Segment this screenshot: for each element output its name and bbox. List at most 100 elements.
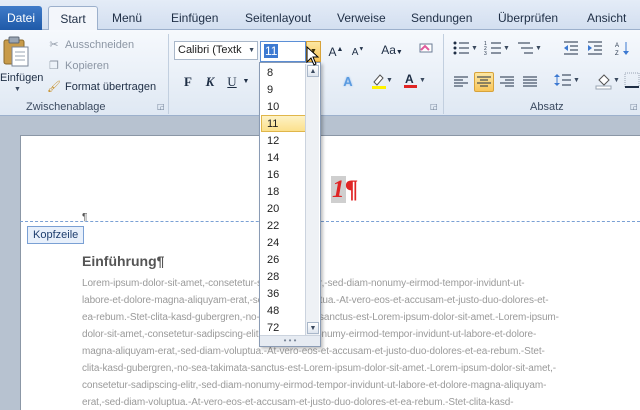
tab-insert[interactable]: Einfügen — [171, 6, 218, 30]
font-size-option[interactable]: 18 — [261, 183, 306, 200]
svg-text:▼: ▼ — [386, 77, 392, 84]
font-size-option[interactable]: 8 — [261, 64, 306, 81]
group-divider — [443, 34, 444, 114]
font-size-dropdown-list[interactable]: 8 9 10 11 12 14 16 18 20 22 24 26 28 36 48 72 ▲ ▼ • • • — [259, 62, 321, 347]
cut-button[interactable]: ✂ Ausschneiden — [46, 36, 134, 54]
tab-page-layout[interactable]: Seitenlayout — [245, 6, 311, 30]
change-case-button[interactable]: Aa▼ — [378, 40, 406, 60]
clear-format-button[interactable] — [416, 40, 436, 60]
dialog-launcher-icon[interactable]: ◲ — [430, 103, 438, 111]
font-size-input[interactable]: 11 — [260, 41, 306, 62]
body-line: magna-aliquyam-erat,-sed-diam-voluptua.-… — [82, 346, 545, 357]
scroll-up-arrow-icon[interactable]: ▲ — [307, 65, 319, 77]
bold-button[interactable]: F — [178, 72, 198, 92]
font-size-option[interactable]: 10 — [261, 98, 306, 115]
highlight-button[interactable]: ▼ — [368, 72, 394, 92]
svg-text:A: A — [615, 43, 619, 49]
font-size-option[interactable]: 20 — [261, 200, 306, 217]
document-heading[interactable]: Einführung¶ — [82, 253, 164, 269]
scissors-icon: ✂ — [49, 39, 59, 51]
font-size-option[interactable]: 16 — [261, 166, 306, 183]
header-boundary-line — [20, 221, 640, 222]
body-line: clita-kasd-gubergren,-no-sea-takimata-sa… — [82, 363, 556, 374]
dialog-launcher-icon[interactable]: ◲ — [630, 103, 638, 111]
font-size-option[interactable]: 26 — [261, 251, 306, 268]
font-color-button[interactable]: A ▼ — [402, 72, 428, 92]
borders-icon — [624, 72, 640, 88]
scroll-down-arrow-icon[interactable]: ▼ — [307, 322, 319, 334]
svg-text:Z: Z — [615, 51, 619, 56]
font-size-option[interactable]: 24 — [261, 234, 306, 251]
increase-indent-button[interactable] — [585, 40, 605, 60]
scrollbar[interactable]: ▲ ▼ — [305, 64, 319, 335]
italic-button[interactable]: K — [200, 72, 220, 92]
font-size-option[interactable]: 36 — [261, 285, 306, 302]
text-effects-button[interactable]: A — [338, 72, 358, 92]
align-center-button[interactable] — [474, 72, 494, 92]
font-size-option[interactable]: 48 — [261, 302, 306, 319]
font-name-combo[interactable]: Calibri (Textk ▼ — [174, 41, 258, 60]
chevron-down-icon: ▼ — [248, 47, 255, 54]
chevron-down-icon[interactable]: ▼ — [14, 86, 21, 93]
paste-button[interactable]: Einfügen — [0, 72, 43, 84]
align-right-button[interactable] — [497, 72, 517, 92]
brush-icon: 🖌 — [47, 81, 61, 93]
body-line: erat,-sed-diam-voluptua.-At-vero-eos-et-… — [82, 397, 514, 408]
body-line: ea-rebum.-Stet-clita-kasd-gubergren,-no-… — [82, 309, 602, 326]
underline-button[interactable]: U — [222, 72, 242, 92]
tab-review[interactable]: Überprüfen — [498, 6, 558, 30]
grow-font-icon: A▲ — [328, 45, 344, 59]
body-line: consetetur-sadipscing-elitr,-sed-diam-no… — [82, 380, 547, 391]
format-painter-button[interactable]: 🖌 Format übertragen — [46, 78, 156, 96]
svg-text:3: 3 — [484, 51, 487, 56]
font-size-options: 8 9 10 11 12 14 16 18 20 22 24 26 28 36 48 72 — [261, 64, 306, 336]
tab-references[interactable]: Verweise — [337, 6, 386, 30]
tab-menu[interactable]: Menü — [112, 6, 142, 30]
document-body-text[interactable]: Lorem-ipsum-dolor-sit-amet,-consetetur-s… — [82, 275, 602, 410]
bullets-button[interactable]: ▼ — [451, 40, 479, 60]
font-size-option[interactable]: 22 — [261, 217, 306, 234]
line-spacing-icon: ▼ — [554, 74, 580, 86]
decrease-indent-button[interactable] — [561, 40, 581, 60]
header-label[interactable]: Kopfzeile — [27, 226, 85, 244]
page-number-mark: ¶ — [345, 176, 359, 203]
numbering-button[interactable]: 1 2 3 ▼ — [483, 40, 511, 60]
paragraph-group-label: Absatz — [530, 101, 564, 113]
dialog-launcher-icon[interactable]: ◲ — [157, 103, 165, 111]
font-size-value: 11 — [264, 44, 279, 58]
tab-view[interactable]: Ansicht — [587, 6, 626, 30]
font-size-option[interactable]: 14 — [261, 149, 306, 166]
multilevel-list-button[interactable]: ▼ — [515, 40, 543, 60]
grow-font-button[interactable]: A▲ — [326, 40, 346, 60]
align-left-button[interactable] — [451, 72, 471, 92]
cut-label: Ausschneiden — [65, 39, 135, 51]
font-size-option[interactable]: 72 — [261, 319, 306, 336]
page-number-field[interactable]: 1¶ — [331, 176, 358, 204]
paste-icon[interactable] — [0, 36, 30, 68]
body-line: labore-et-dolore-magna-aliquyam-erat,-se… — [82, 292, 602, 309]
font-size-option[interactable]: 9 — [261, 81, 306, 98]
shading-button[interactable]: ▼ — [594, 72, 622, 92]
ribbon-tab-bar: Datei Start Menü Einfügen Seitenlayout V… — [0, 0, 640, 31]
shrink-font-button[interactable]: A▼ — [348, 40, 368, 60]
font-size-option[interactable]: 28 — [261, 268, 306, 285]
tab-mailings[interactable]: Sendungen — [411, 6, 472, 30]
tab-file[interactable]: Datei — [0, 6, 42, 30]
mouse-pointer-icon — [306, 46, 320, 66]
line-spacing-button[interactable]: ▼ — [553, 72, 581, 92]
svg-text:▼: ▼ — [471, 45, 478, 52]
indent-icon — [588, 41, 602, 55]
borders-button[interactable] — [624, 72, 640, 92]
font-color-icon: A ▼ — [404, 72, 426, 88]
resize-grip-icon[interactable]: • • • — [260, 335, 320, 346]
chevron-down-icon[interactable]: ▼ — [240, 72, 252, 92]
format-painter-label: Format übertragen — [65, 81, 157, 93]
copy-button[interactable]: ❐ Kopieren — [46, 57, 109, 75]
font-size-option[interactable]: 11 — [261, 115, 306, 132]
multilevel-list-icon: ▼ — [518, 42, 542, 54]
tab-start[interactable]: Start — [48, 6, 98, 31]
chevron-down-icon: ▼ — [395, 49, 403, 56]
font-size-option[interactable]: 12 — [261, 132, 306, 149]
sort-button[interactable]: AZ — [613, 40, 633, 60]
justify-button[interactable] — [520, 72, 540, 92]
